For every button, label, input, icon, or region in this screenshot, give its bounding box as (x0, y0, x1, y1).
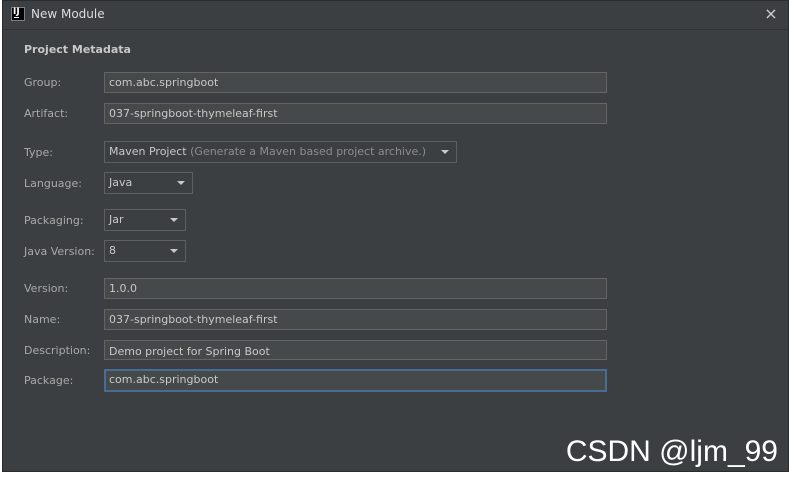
language-label: Language: (24, 177, 82, 190)
title-bar: IJ New Module × (3, 1, 788, 30)
name-field[interactable]: 037-springboot-thymeleaf-first (104, 309, 607, 330)
group-field[interactable]: com.abc.springboot (104, 72, 607, 93)
packaging-value: Jar (109, 213, 124, 226)
version-label: Version: (24, 282, 69, 295)
packaging-label: Packaging: (24, 214, 84, 227)
type-select[interactable]: Maven Project (Generate a Maven based pr… (104, 141, 457, 163)
artifact-field[interactable]: 037-springboot-thymeleaf-first (104, 103, 607, 124)
package-field[interactable]: com.abc.springboot (104, 369, 607, 392)
chevron-down-icon (170, 218, 178, 222)
packaging-select[interactable]: Jar (104, 209, 186, 231)
java-version-label: Java Version: (24, 245, 95, 258)
description-field[interactable]: Demo project for Spring Boot (104, 340, 607, 360)
description-label: Description: (24, 344, 91, 357)
package-label: Package: (24, 374, 74, 387)
new-module-dialog: IJ New Module × Project Metadata Group: … (2, 0, 789, 472)
java-version-select[interactable]: 8 (104, 240, 186, 262)
language-value: Java (109, 176, 133, 189)
type-hint: (Generate a Maven based project archive.… (190, 145, 427, 158)
name-label: Name: (24, 313, 61, 326)
chevron-down-icon (177, 181, 185, 185)
chevron-down-icon (441, 150, 449, 154)
dialog-title: New Module (31, 7, 105, 21)
artifact-label: Artifact: (24, 107, 69, 120)
intellij-icon: IJ (11, 7, 25, 21)
language-select[interactable]: Java (104, 172, 193, 194)
section-title: Project Metadata (24, 43, 131, 56)
group-label: Group: (24, 76, 62, 89)
java-version-value: 8 (109, 244, 116, 257)
chevron-down-icon (170, 249, 178, 253)
version-field[interactable]: 1.0.0 (104, 278, 607, 299)
close-button[interactable]: × (762, 4, 780, 24)
watermark: CSDN @ljm_99 (565, 435, 778, 468)
type-label: Type: (24, 146, 53, 159)
type-value: Maven Project (109, 145, 187, 158)
